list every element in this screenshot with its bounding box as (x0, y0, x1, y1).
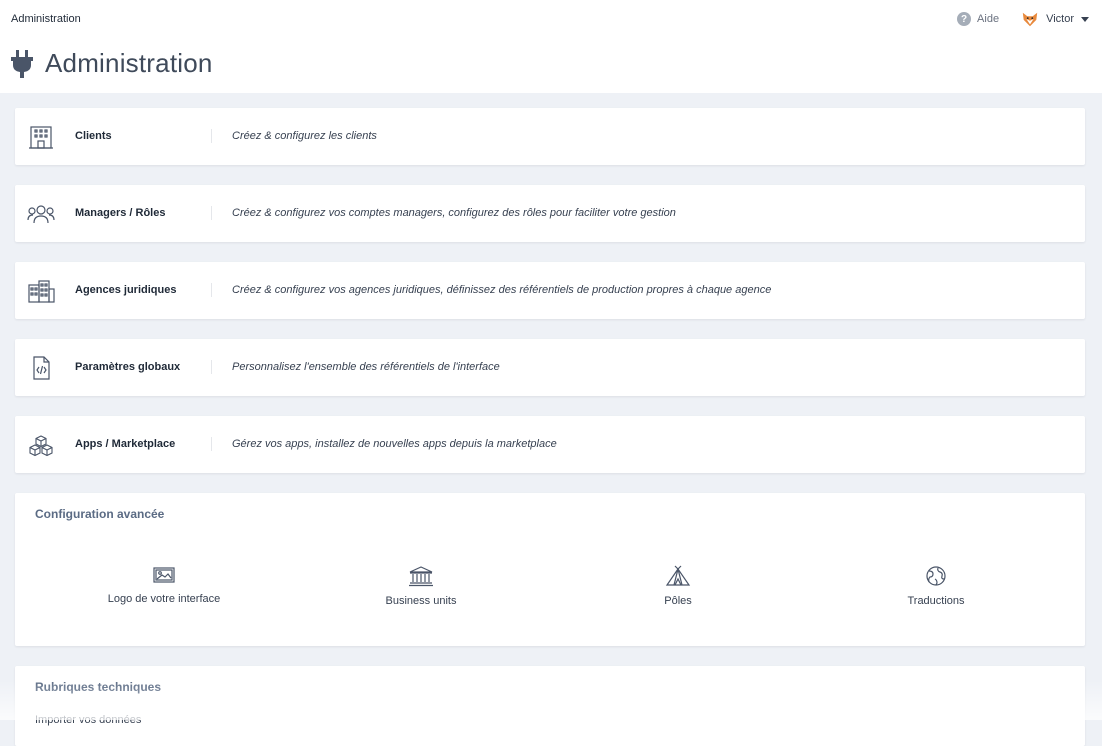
row-description: Créez & configurez vos comptes managers,… (232, 207, 676, 219)
row-card-agences-juridiques[interactable]: Agences juridiques Créez & configurez vo… (15, 262, 1085, 319)
divider (211, 437, 212, 451)
advanced-item-label: Traductions (907, 595, 965, 607)
bank-icon (409, 566, 433, 587)
section-title: Configuration avancée (35, 507, 165, 521)
help-button[interactable]: ? Aide (957, 12, 999, 26)
row-description: Gérez vos apps, installez de nouvelles a… (232, 438, 557, 450)
row-description: Personnalisez l'ensemble des référentiel… (232, 361, 500, 373)
breadcrumb[interactable]: Administration (11, 13, 81, 25)
technical-card: Rubriques techniques Importer vos donnée… (15, 666, 1085, 746)
advanced-item-logo[interactable]: Logo de votre interface (64, 565, 264, 605)
chevron-down-icon (1081, 16, 1089, 22)
row-title: Paramètres globaux (75, 361, 181, 373)
image-icon (153, 567, 175, 583)
import-data-link[interactable]: Importer vos données (35, 714, 141, 726)
office-buildings-icon (28, 280, 55, 303)
divider (211, 283, 212, 297)
row-card-apps-marketplace[interactable]: Apps / Marketplace Gérez vos apps, insta… (15, 416, 1085, 473)
row-title: Agences juridiques (75, 284, 177, 296)
globe-icon (926, 566, 946, 586)
advanced-item-business-units[interactable]: Business units (321, 565, 521, 607)
advanced-item-label: Business units (385, 595, 457, 607)
section-title: Rubriques techniques (35, 680, 162, 694)
page-header: Administration (11, 48, 213, 79)
building-icon (29, 126, 53, 149)
user-name: Victor (1046, 13, 1074, 25)
top-bar: Administration ? Aide Victor Administrat… (0, 0, 1102, 93)
divider (211, 360, 212, 374)
advanced-item-traductions[interactable]: Traductions (836, 565, 1036, 607)
row-card-parametres-globaux[interactable]: Paramètres globaux Personnalisez l'ensem… (15, 339, 1085, 396)
row-title: Managers / Rôles (75, 207, 166, 219)
row-card-managers-roles[interactable]: Managers / Rôles Créez & configurez vos … (15, 185, 1085, 242)
advanced-config-card: Configuration avancée Logo de votre inte… (15, 493, 1085, 646)
tent-icon (665, 565, 691, 586)
page-title: Administration (45, 48, 213, 78)
row-title: Apps / Marketplace (75, 438, 176, 450)
row-description: Créez & configurez les clients (232, 130, 377, 142)
advanced-item-label: Pôles (664, 595, 692, 607)
plug-icon (11, 49, 33, 78)
advanced-item-label: Logo de votre interface (107, 593, 221, 605)
top-right-actions: ? Aide Victor (957, 10, 1089, 28)
help-label: Aide (977, 13, 1000, 25)
code-file-icon (33, 356, 50, 380)
row-card-clients[interactable]: Clients Créez & configurez les clients (15, 108, 1085, 165)
row-title: Clients (75, 130, 112, 142)
user-menu[interactable]: Victor (1021, 10, 1089, 28)
help-icon: ? (957, 12, 972, 26)
boxes-icon (29, 435, 53, 457)
divider (211, 206, 212, 220)
avatar (1022, 12, 1038, 27)
row-description: Créez & configurez vos agences juridique… (232, 284, 772, 296)
users-icon (27, 205, 55, 224)
advanced-item-poles[interactable]: Pôles (578, 565, 778, 607)
divider (211, 129, 212, 143)
